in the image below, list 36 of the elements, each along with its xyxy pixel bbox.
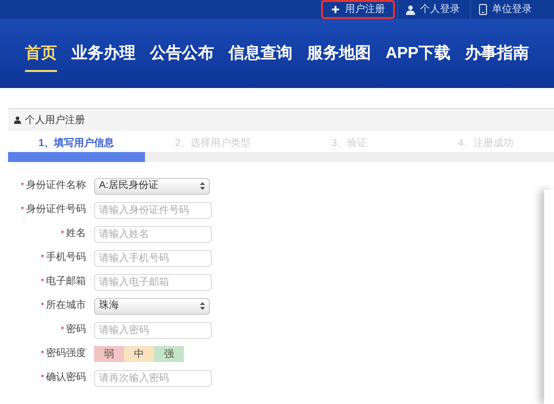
nav-tab[interactable]: 首页 — [25, 36, 57, 72]
step-label: 1、填写用户信息 — [37, 136, 116, 151]
plus-icon — [331, 5, 340, 14]
field-label: * 所在城市 — [40, 301, 86, 311]
nav-tab[interactable]: 信息查询 — [228, 36, 293, 72]
field-label: * 姓名 — [60, 229, 86, 239]
field-label: * 电子邮箱 — [40, 277, 86, 287]
nav-tab[interactable]: 办事指南 — [465, 36, 529, 72]
strength-level: 强 — [154, 346, 184, 362]
text-field[interactable]: 请输入姓名 — [94, 226, 212, 242]
strength-level: 弱 — [94, 346, 124, 362]
field-label: * 密码 — [60, 325, 86, 335]
text-field[interactable]: 请再次输入密码 — [94, 370, 212, 386]
text-field[interactable]: 请输入电子邮箱 — [94, 274, 212, 290]
field-label: * 手机号码 — [40, 253, 86, 263]
text-field[interactable]: 请输入身份证件号码 — [94, 202, 212, 218]
header-link[interactable]: 用户注册 — [321, 0, 395, 19]
text-field[interactable]: 请输入密码 — [94, 322, 212, 338]
select-arrows-icon — [200, 302, 205, 310]
field-label: * 密码强度 — [40, 349, 86, 359]
nav-tab[interactable]: APP下载 — [386, 36, 450, 72]
field-label: * 身份证件号码 — [20, 205, 86, 215]
user-icon — [14, 116, 21, 124]
nav-tab[interactable]: 公告公布 — [150, 36, 214, 72]
select-arrows-icon — [200, 182, 205, 190]
user-icon — [406, 4, 415, 14]
strength-level: 中 — [124, 346, 154, 362]
nav-tab[interactable]: 业务办理 — [72, 36, 136, 72]
nav-tab[interactable]: 服务地图 — [307, 36, 372, 72]
phone-icon — [479, 4, 487, 15]
text-field[interactable]: 请输入手机号码 — [94, 250, 212, 266]
select-field[interactable]: A:居民身份证 — [94, 178, 210, 194]
field-label: * 确认密码 — [40, 373, 86, 383]
select-field[interactable]: 珠海 — [94, 298, 210, 314]
section-title: 个人用户注册 — [25, 114, 85, 128]
field-label: * 身份证件名称 — [20, 181, 86, 191]
